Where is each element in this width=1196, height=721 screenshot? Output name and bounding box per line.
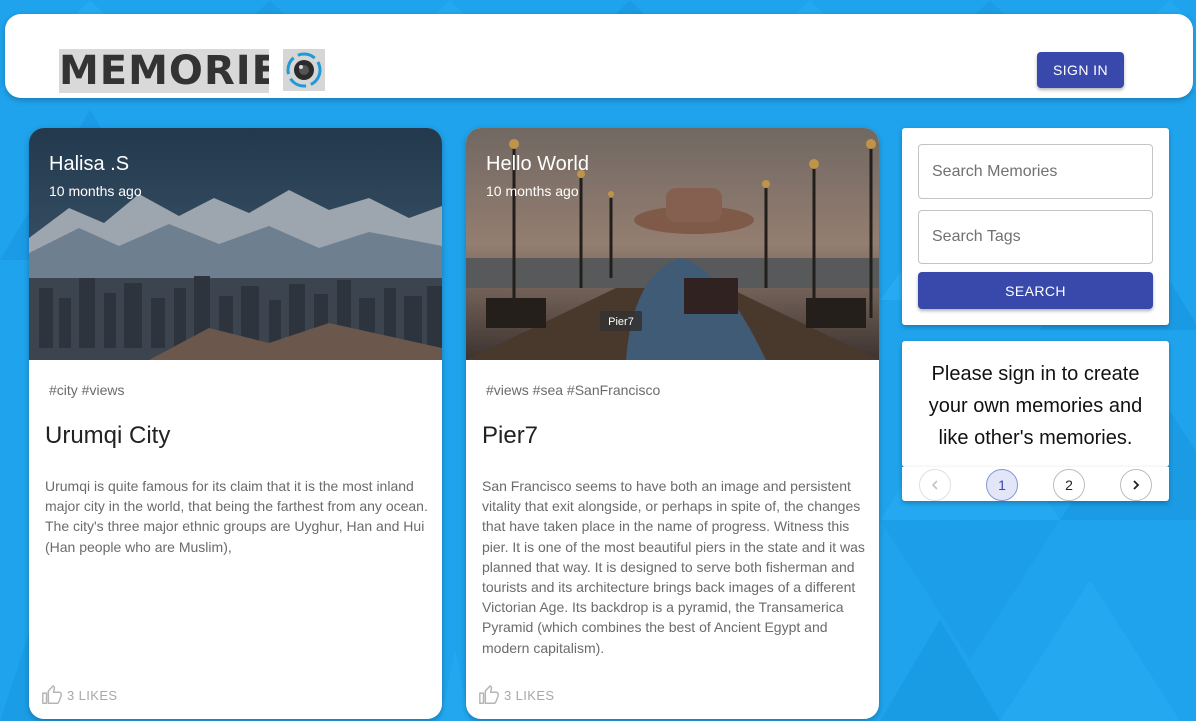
post-tags: #city #views bbox=[49, 382, 125, 398]
camera-lens-icon bbox=[283, 49, 325, 91]
like-count: 3 LIKES bbox=[67, 687, 118, 703]
app-bar: MEMORIES SIGN IN bbox=[5, 14, 1193, 98]
post-message: San Francisco seems to have both an imag… bbox=[482, 478, 865, 656]
post-card[interactable]: Halisa .S 10 months ago #city #views Uru… bbox=[29, 128, 442, 719]
post-author: Hello World bbox=[486, 153, 589, 175]
search-memories-input[interactable] bbox=[918, 144, 1153, 199]
post-timestamp: 10 months ago bbox=[486, 183, 579, 199]
app-logo-text[interactable]: MEMORIES bbox=[59, 49, 269, 93]
pagination: 1 2 bbox=[902, 467, 1169, 501]
sign-in-notice: Please sign in to create your own memori… bbox=[902, 341, 1169, 467]
post-message: Urumqi is quite famous for its claim tha… bbox=[45, 478, 428, 555]
like-count: 3 LIKES bbox=[504, 687, 555, 703]
post-timestamp: 10 months ago bbox=[49, 183, 142, 199]
sign-in-notice-text: Please sign in to create your own memori… bbox=[928, 363, 1143, 449]
like-button[interactable]: 3 LIKES bbox=[478, 684, 555, 706]
thumb-up-icon bbox=[479, 685, 499, 704]
chevron-left-icon bbox=[931, 480, 938, 490]
post-author: Halisa .S bbox=[49, 153, 130, 175]
search-button[interactable]: SEARCH bbox=[918, 272, 1153, 309]
chevron-right-icon bbox=[1133, 480, 1140, 490]
search-panel: SEARCH bbox=[902, 128, 1169, 325]
post-card[interactable]: Pier7 Hello World 10 months ago #views #… bbox=[466, 128, 879, 719]
page-button-2[interactable]: 2 bbox=[1053, 469, 1085, 501]
thumb-up-icon bbox=[42, 685, 62, 704]
page-button-1[interactable]: 1 bbox=[986, 469, 1018, 501]
next-page-button[interactable] bbox=[1120, 469, 1152, 501]
image-caption: Pier7 bbox=[608, 316, 634, 328]
search-tags-input[interactable] bbox=[918, 210, 1153, 264]
post-title: Urumqi City bbox=[45, 422, 171, 449]
post-title: Pier7 bbox=[482, 422, 539, 449]
like-button[interactable]: 3 LIKES bbox=[41, 684, 118, 706]
post-tags: #views #sea #SanFrancisco bbox=[486, 382, 661, 398]
previous-page-button[interactable] bbox=[919, 469, 951, 501]
sign-in-button[interactable]: SIGN IN bbox=[1037, 52, 1124, 88]
